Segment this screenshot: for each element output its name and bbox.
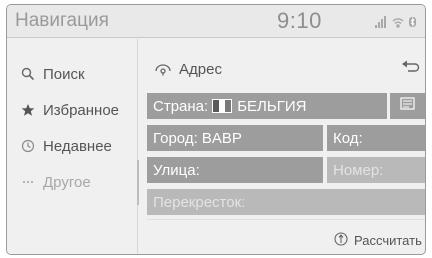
- postcode-label: Код:: [333, 129, 363, 147]
- house-number-field[interactable]: Номер:: [327, 157, 425, 183]
- country-list-button[interactable]: [390, 93, 425, 119]
- sidebar-item-label: Поиск: [43, 65, 85, 83]
- divider: [147, 219, 425, 220]
- city-field[interactable]: Город: BABP: [147, 125, 323, 151]
- postcode-field[interactable]: Код:: [327, 125, 425, 151]
- app-title: Навигация: [15, 10, 109, 31]
- house-number-label: Номер:: [333, 161, 384, 179]
- list-icon: [400, 96, 416, 116]
- sidebar-item-recent[interactable]: Недавнее: [7, 129, 137, 163]
- sidebar-item-label: Другое: [43, 173, 91, 191]
- route-icon: [334, 232, 348, 249]
- back-button[interactable]: [399, 59, 421, 77]
- sidebar-item-favorites[interactable]: Избранное: [7, 93, 137, 127]
- flag-stripe: [225, 100, 232, 112]
- address-panel: Адрес Страна: БЕЛЬГИЯ Город: BABP Код: У…: [147, 39, 425, 254]
- crossing-label: Перекресток:: [153, 193, 246, 211]
- star-icon: [21, 103, 35, 117]
- country-value: БЕЛЬГИЯ: [237, 97, 307, 115]
- country-label: Страна:: [153, 97, 209, 115]
- city-label: Город: BABP: [153, 129, 242, 147]
- street-label: Улица:: [153, 161, 200, 179]
- crossing-field[interactable]: Перекресток:: [147, 189, 425, 215]
- sidebar-item-search[interactable]: Поиск: [7, 57, 137, 91]
- calculate-route-label: Рассчитать: [354, 233, 422, 248]
- country-field[interactable]: Страна: БЕЛЬГИЯ: [147, 93, 387, 119]
- address-header: Адрес: [155, 61, 222, 78]
- address-header-label: Адрес: [179, 61, 222, 78]
- sidebar-item-label: Избранное: [43, 101, 120, 119]
- sidebar-item-other[interactable]: Другое: [7, 165, 137, 199]
- sidebar: Поиск Избранное Недавнее Другое: [7, 39, 137, 254]
- sidebar-item-label: Недавнее: [43, 137, 112, 155]
- back-icon: [399, 60, 421, 81]
- address-icon: [155, 63, 171, 76]
- signal-icon: [375, 16, 386, 28]
- calculate-route-button[interactable]: Рассчитать: [334, 232, 422, 249]
- status-bar: Навигация 9:10: [7, 5, 425, 38]
- navigation-screen: Навигация 9:10 Поиск Избранное Недавнее …: [6, 4, 426, 255]
- country-flag: [212, 99, 233, 113]
- wifi-icon: [392, 18, 404, 28]
- sidebar-scroll-indicator: [137, 160, 139, 205]
- clock-icon: [21, 139, 35, 153]
- sidebar-divider: [137, 39, 138, 254]
- more-icon: [21, 175, 35, 189]
- status-icons: [373, 15, 421, 29]
- clock: 9:10: [277, 8, 322, 33]
- bluetooth-icon: [409, 17, 416, 27]
- street-field[interactable]: Улица:: [147, 157, 323, 183]
- search-icon: [21, 67, 35, 81]
